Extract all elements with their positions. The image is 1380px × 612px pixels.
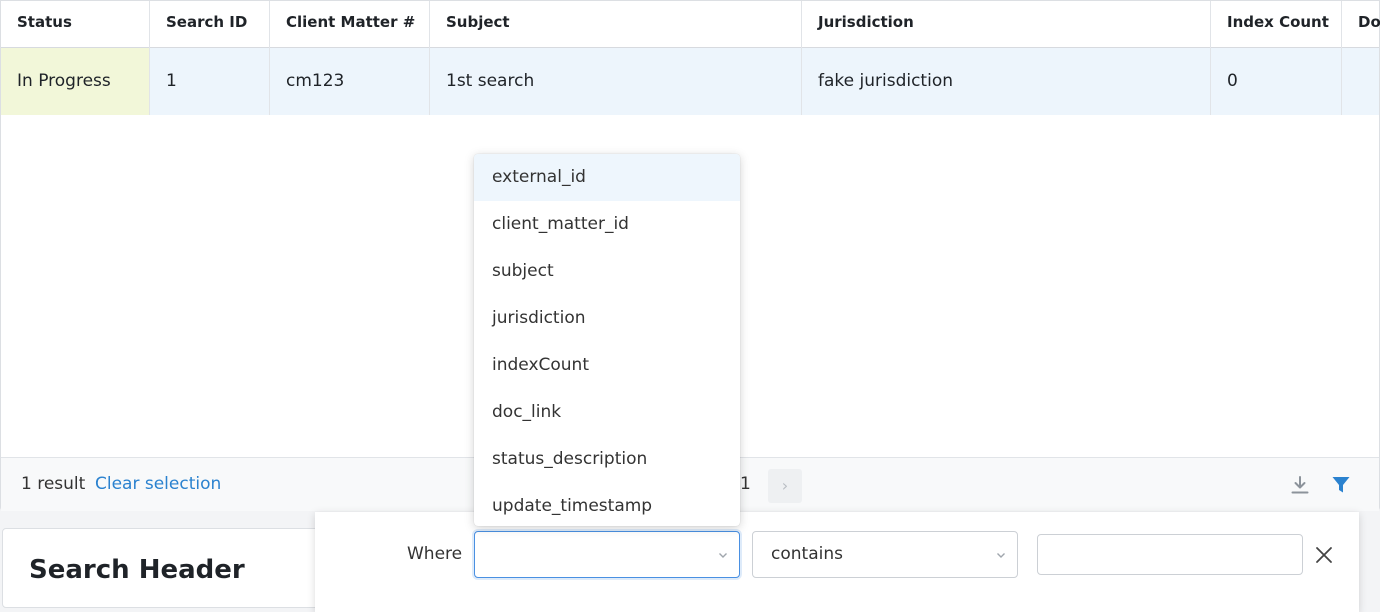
table-header: Status Search ID Client Matter # Subject…	[1, 1, 1380, 48]
result-count: 1 result	[21, 474, 86, 494]
column-header-jurisdiction[interactable]: Jurisdiction	[802, 1, 1211, 48]
next-page-button[interactable]: ›	[768, 469, 802, 503]
column-header-status[interactable]: Status	[1, 1, 150, 48]
column-header-subject[interactable]: Subject	[430, 1, 802, 48]
clear-selection-link[interactable]: Clear selection	[95, 474, 221, 494]
column-header-search-id[interactable]: Search ID	[150, 1, 270, 48]
download-icon[interactable]	[1289, 474, 1311, 496]
dropdown-option-jurisdiction[interactable]: jurisdiction	[474, 295, 740, 342]
chevron-down-icon	[719, 553, 727, 558]
filter-panel: Where contains	[315, 512, 1359, 612]
field-dropdown-menu: external_id client_matter_id subject jur…	[474, 154, 740, 526]
field-select[interactable]	[474, 531, 740, 578]
cell-search-id: 1	[150, 48, 270, 115]
table-row[interactable]: In Progress 1 cm123 1st search fake juri…	[1, 48, 1379, 115]
dropdown-option-external-id[interactable]: external_id	[474, 154, 740, 201]
cell-client-matter: cm123	[270, 48, 430, 115]
cell-doc-link	[1342, 48, 1380, 115]
cell-index-count: 0	[1211, 48, 1342, 115]
section-title: Search Header	[29, 555, 245, 585]
cell-jurisdiction: fake jurisdiction	[802, 48, 1211, 115]
chevron-down-icon	[997, 553, 1005, 558]
filter-value-input[interactable]	[1037, 534, 1303, 575]
close-icon[interactable]	[1313, 544, 1335, 566]
cell-status: In Progress	[1, 48, 150, 115]
operator-value: contains	[771, 544, 843, 564]
where-label: Where	[407, 544, 463, 564]
dropdown-option-subject[interactable]: subject	[474, 248, 740, 295]
cell-subject: 1st search	[430, 48, 802, 115]
operator-select[interactable]: contains	[752, 531, 1018, 578]
dropdown-option-doc-link[interactable]: doc_link	[474, 389, 740, 436]
column-header-index-count[interactable]: Index Count	[1211, 1, 1342, 48]
column-header-client-matter[interactable]: Client Matter #	[270, 1, 430, 48]
dropdown-option-client-matter-id[interactable]: client_matter_id	[474, 201, 740, 248]
dropdown-option-index-count[interactable]: indexCount	[474, 342, 740, 389]
dropdown-option-status-description[interactable]: status_description	[474, 436, 740, 483]
filter-icon[interactable]	[1330, 474, 1352, 496]
dropdown-option-update-timestamp[interactable]: update_timestamp	[474, 483, 740, 526]
column-header-doc-link[interactable]: Do	[1342, 1, 1380, 48]
page-number[interactable]: 1	[740, 474, 751, 494]
